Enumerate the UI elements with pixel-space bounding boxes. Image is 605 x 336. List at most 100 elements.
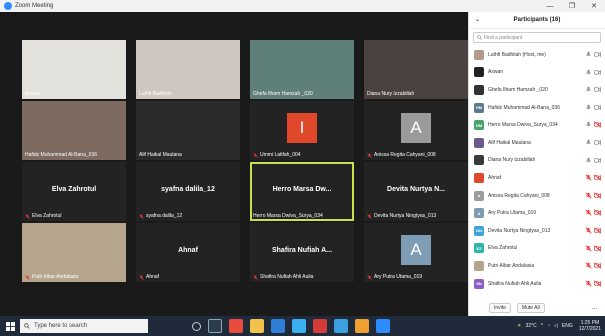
video-tile-aswan[interactable]: Aswan [22, 40, 126, 99]
invite-button[interactable]: Invite [489, 303, 511, 313]
mic-muted-icon[interactable] [585, 280, 592, 287]
camera-icon[interactable] [594, 69, 601, 76]
camera-icon[interactable] [594, 157, 601, 164]
camera-icon[interactable] [594, 139, 601, 146]
video-tile-ary[interactable]: A Ary Putra Utama_019 [364, 223, 468, 282]
participant-row[interactable]: Aswan [469, 64, 605, 82]
camera-off-icon[interactable] [594, 280, 601, 287]
participant-row[interactable]: Alif Haikal Maulana [469, 134, 605, 152]
participant-row[interactable]: DN Devita Nurtya Ningtyas_013 [469, 222, 605, 240]
participant-row[interactable]: A Anissa Regita Cahyani_008 [469, 187, 605, 205]
camera-off-icon[interactable] [594, 209, 601, 216]
file-explorer-icon[interactable] [250, 319, 264, 333]
mic-muted-icon[interactable] [585, 244, 592, 252]
chevron-up-icon[interactable]: ^ [541, 323, 543, 329]
wifi-icon[interactable]: ◔ [547, 323, 550, 329]
participant-row[interactable]: HM Herro Marsa Dwiva_Surya_034 [469, 116, 605, 134]
participant-name: Anissa Regita Cahyani_008 [488, 192, 550, 199]
camera-off-icon[interactable] [594, 121, 601, 128]
mic-icon[interactable] [585, 86, 592, 93]
cortana-icon[interactable] [192, 321, 201, 331]
video-tile-diana[interactable]: Diana Nury Izzabillah [364, 40, 468, 99]
video-tile-shafira[interactable]: Shafira Nufiah A... Shafira Nufiah Ahli A… [250, 223, 354, 282]
video-tile-devita[interactable]: Devita Nurtya N... Devita Nurtya Ningtyas… [364, 162, 468, 221]
title-bar: Zoom Meeting — ❐ ✕ [0, 0, 605, 12]
chrome-icon[interactable] [355, 319, 369, 333]
video-tile-luthfi[interactable]: Luthfi Badhilah [136, 40, 240, 99]
video-tile-syafna[interactable]: syafna dalila_12 syafna dalila_12 [136, 162, 240, 221]
weather-icon[interactable]: ☀ [517, 323, 521, 329]
tile-name-label: Devita Nurtya Ningtyas_013 [367, 213, 436, 219]
mic-muted-icon [139, 213, 144, 219]
word-icon[interactable] [334, 319, 348, 333]
taskbar-search-input[interactable]: Type here to search [20, 319, 148, 333]
participant-row[interactable]: A Ary Putra Utama_019 [469, 204, 605, 222]
mute-all-button[interactable]: Mute All [516, 303, 545, 313]
search-icon [24, 323, 30, 329]
volume-icon[interactable]: ◁ [554, 323, 558, 329]
minimize-button[interactable]: — [539, 0, 561, 12]
mic-icon[interactable] [585, 139, 592, 146]
participant-row[interactable]: EZ Elva Zahrotul [469, 240, 605, 258]
more-button[interactable]: ... [592, 305, 597, 311]
participant-row[interactable]: Ahnaf [469, 169, 605, 187]
store-icon[interactable] [292, 319, 306, 333]
mic-icon[interactable] [585, 157, 592, 164]
powerpoint-icon[interactable] [313, 319, 327, 333]
camera-icon[interactable] [594, 86, 601, 93]
tile-name-label: Elva Zahrotul [25, 213, 61, 219]
video-tile-ummi[interactable]: I Ummi Latifah_004 [250, 101, 354, 160]
camera-off-icon[interactable] [594, 244, 601, 252]
maximize-button[interactable]: ❐ [561, 0, 583, 12]
camera-icon[interactable] [594, 51, 601, 58]
mic-icon[interactable] [585, 51, 592, 58]
video-tile-hafidz[interactable]: Hafidz Muhammad Al-Bana_036 [22, 101, 126, 160]
video-tile-anissa[interactable]: A Anissa Regita Cahyani_008 [364, 101, 468, 160]
participant-search-input[interactable]: Find a participant [473, 32, 601, 43]
video-tile-ahnaf[interactable]: Ahnaf Ahnaf [136, 223, 240, 282]
mic-muted-icon [139, 274, 144, 280]
camera-off-icon[interactable] [594, 192, 601, 199]
language-indicator[interactable]: ENG [562, 323, 573, 329]
camera-off-icon[interactable] [594, 227, 601, 234]
tile-name-label: Putri Albar Andalasia [25, 274, 78, 280]
participant-status-icons [583, 280, 601, 287]
camera-off-icon[interactable] [594, 174, 601, 181]
video-tile-alif[interactable]: Alif Haikal Maulana [136, 101, 240, 160]
task-view-icon[interactable] [208, 319, 222, 333]
camera-icon[interactable] [594, 104, 601, 111]
mic-icon[interactable] [585, 69, 592, 76]
mic-icon[interactable] [585, 104, 592, 111]
participant-row[interactable]: Putri Albar Andalasia [469, 257, 605, 275]
app-icon[interactable] [229, 319, 243, 333]
zoom-taskbar-icon[interactable] [376, 319, 390, 333]
close-button[interactable]: ✕ [583, 0, 605, 12]
mic-muted-icon[interactable] [585, 262, 592, 269]
tile-name-text: Ummi Latifah_004 [260, 152, 301, 158]
participant-status-icons [583, 174, 601, 181]
clock[interactable]: 1:25 PM 12/7/2021 [579, 320, 601, 332]
participant-name: Putri Albar Andalasia [488, 262, 535, 269]
video-tile-putri[interactable]: Putri Albar Andalasia [22, 223, 126, 282]
mic-muted-icon[interactable] [585, 227, 592, 234]
video-tile-herro[interactable]: Herro Marsa Dw... Herro Marsa Dwiva_Surya… [250, 162, 354, 221]
edge-icon[interactable] [271, 319, 285, 333]
participant-name: Ghefa Ilham Hamzah _020 [488, 86, 548, 93]
windows-start-icon[interactable] [0, 316, 20, 336]
participant-row[interactable]: SN Shafira Nufiah Ahli Aulia [469, 275, 605, 293]
mic-muted-icon[interactable] [585, 209, 592, 216]
video-tile-elva[interactable]: Elva Zahrotul Elva Zahrotul [22, 162, 126, 221]
chevron-down-icon[interactable]: ⌄ [475, 16, 480, 23]
mic-icon[interactable] [585, 121, 592, 128]
participant-row[interactable]: HM Hafidz Muhammad Al-Bana_036 [469, 99, 605, 117]
mic-muted-icon[interactable] [585, 174, 592, 181]
participant-name: Shafira Nufiah Ahli Aulia [488, 280, 542, 287]
participant-row[interactable]: Ghefa Ilham Hamzah _020 [469, 81, 605, 99]
participant-row[interactable]: Diana Nury Izzabillah [469, 152, 605, 170]
mic-muted-icon[interactable] [585, 192, 592, 199]
participant-row[interactable]: Luthfi Badhilah (Host, me) [469, 46, 605, 64]
tile-display-name: Shafira Nufiah A... [271, 247, 333, 254]
video-tile-ghefa[interactable]: Ghefa Ilham Hamzah _020 [250, 40, 354, 99]
camera-off-icon[interactable] [594, 262, 601, 269]
tile-display-name: Herro Marsa Dw... [272, 186, 332, 193]
